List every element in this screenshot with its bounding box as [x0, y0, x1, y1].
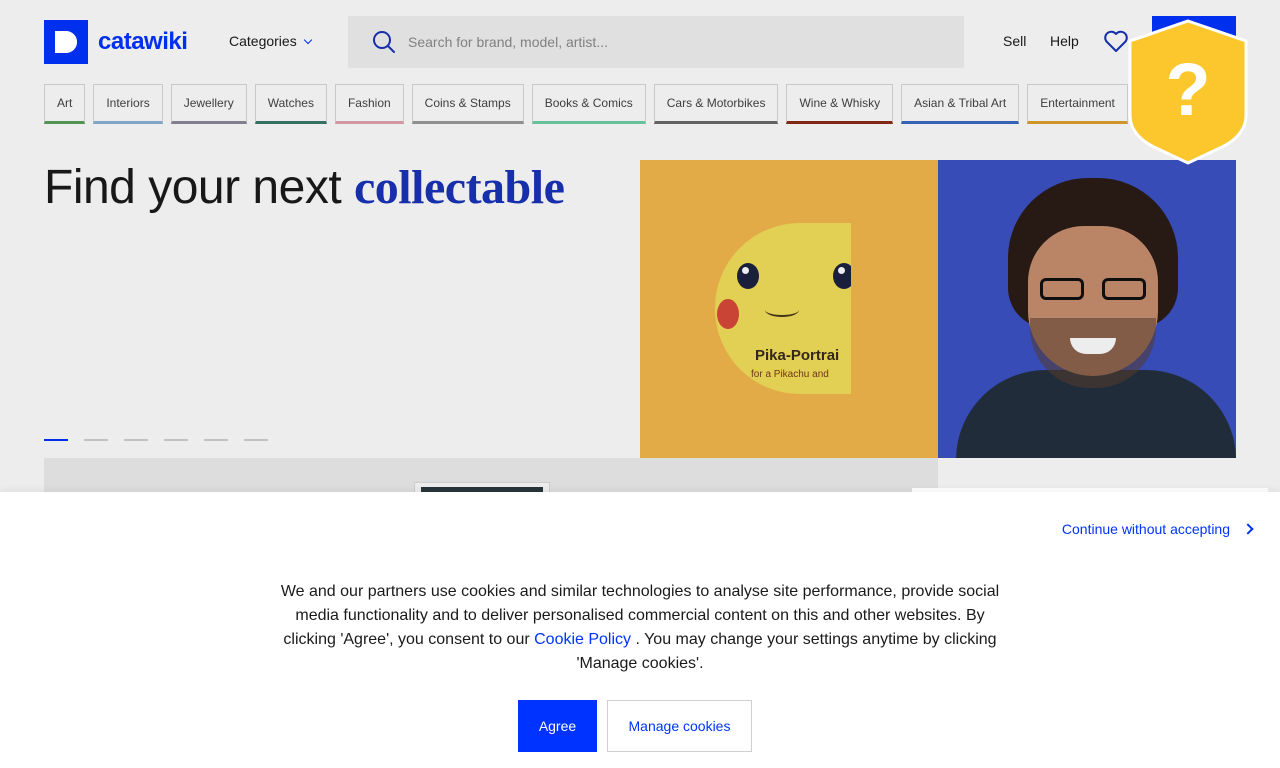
- sell-link[interactable]: Sell: [1003, 33, 1026, 49]
- agree-button[interactable]: Agree: [518, 700, 597, 752]
- category-tab[interactable]: Cars & Motorbikes: [653, 84, 779, 124]
- pikachu-card-image: Pika-Portrai for a Pikachu and: [715, 223, 851, 394]
- carousel-dot[interactable]: [44, 439, 68, 441]
- categories-dropdown[interactable]: Categories: [229, 33, 312, 49]
- categories-label: Categories: [229, 33, 297, 49]
- hero-card-expert[interactable]: [938, 160, 1236, 458]
- carousel-dot[interactable]: [124, 439, 148, 441]
- question-shield-icon[interactable]: ?: [1126, 19, 1250, 165]
- expert-portrait: [1000, 178, 1178, 398]
- category-tab[interactable]: Jewellery: [170, 84, 247, 124]
- category-tab[interactable]: Interiors: [93, 84, 163, 124]
- card-caption: Pika-Portrai: [755, 347, 840, 364]
- continue-without-accepting[interactable]: Continue without accepting: [1062, 521, 1256, 537]
- carousel-dot[interactable]: [164, 439, 188, 441]
- hero-title-accent: collectable: [353, 161, 565, 214]
- category-tab[interactable]: Watches: [254, 84, 327, 124]
- search-input[interactable]: [408, 16, 948, 68]
- site-header: catawiki Categories Sell Help: [0, 0, 1280, 84]
- carousel-dot[interactable]: [84, 439, 108, 441]
- chevron-down-icon: [303, 35, 312, 44]
- manage-cookies-button[interactable]: Manage cookies: [607, 700, 752, 752]
- cookie-policy-link[interactable]: Cookie Policy: [534, 631, 631, 648]
- carousel-dots: [44, 439, 268, 441]
- continue-label: Continue without accepting: [1061, 521, 1230, 537]
- cookie-message: We and our partners use cookies and simi…: [280, 580, 1000, 676]
- catawiki-logo[interactable]: catawiki: [44, 20, 188, 64]
- hero-title-prefix: Find your next: [44, 161, 354, 214]
- search-bar: [348, 16, 964, 68]
- carousel-dot[interactable]: [204, 439, 228, 441]
- category-tab[interactable]: Art: [44, 84, 86, 124]
- category-tab[interactable]: Coins & Stamps: [411, 84, 524, 124]
- category-tab[interactable]: Wine & Whisky: [786, 84, 894, 124]
- hero-title: Find your next collectable: [44, 160, 565, 215]
- category-tab[interactable]: Books & Comics: [531, 84, 646, 124]
- help-link[interactable]: Help: [1050, 33, 1079, 49]
- category-tab[interactable]: Entertainment: [1027, 84, 1128, 124]
- carousel-dot[interactable]: [244, 439, 268, 441]
- category-tab[interactable]: Asian & Tribal Art: [901, 84, 1020, 124]
- chevron-right-icon: [1242, 523, 1254, 535]
- hero-card-pokemon[interactable]: Pika-Portrai for a Pikachu and: [640, 160, 938, 458]
- category-tabs: Art Interiors Jewellery Watches Fashion Coins…: [44, 84, 1280, 126]
- cookie-banner: Continue without accepting We and our pa…: [0, 492, 1280, 768]
- svg-text:?: ?: [1165, 48, 1210, 131]
- logo-mark-icon: [44, 20, 88, 64]
- search-icon[interactable]: [372, 30, 396, 54]
- cookie-text-part2: . You may change your settings anytime b…: [576, 631, 997, 672]
- logo-text: catawiki: [98, 28, 188, 55]
- card-subcaption: for a Pikachu and: [751, 369, 829, 380]
- category-tab[interactable]: Fashion: [334, 84, 404, 124]
